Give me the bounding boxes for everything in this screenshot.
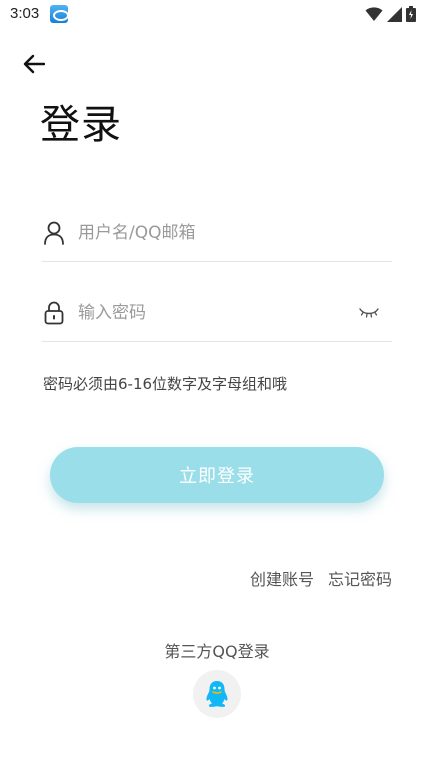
battery-icon	[406, 6, 416, 22]
qq-penguin-icon	[206, 681, 228, 707]
wifi-icon	[365, 7, 383, 21]
lock-icon	[42, 300, 66, 326]
password-field	[42, 286, 392, 342]
app-notification-icon	[50, 5, 69, 23]
password-hint: 密码必须由6-16位数字及字母组和哦	[43, 375, 288, 393]
password-input[interactable]	[78, 298, 348, 328]
arrow-left-icon	[23, 54, 45, 74]
status-indicators	[365, 5, 416, 23]
status-time: 3:03	[10, 5, 40, 22]
third-party-login-label: 第三方QQ登录	[164, 642, 270, 661]
auth-links: 创建账号 忘记密码	[250, 566, 392, 590]
status-bar: 3:03	[0, 0, 434, 30]
page-title: 登录	[40, 102, 122, 148]
signal-icon	[387, 6, 402, 22]
back-button[interactable]	[18, 48, 50, 80]
qq-login-button[interactable]	[193, 670, 241, 718]
username-input[interactable]	[78, 218, 348, 248]
eye-closed-icon[interactable]	[358, 304, 380, 322]
forgot-password-link[interactable]: 忘记密码	[328, 566, 392, 590]
user-icon	[42, 220, 66, 246]
login-button[interactable]: 立即登录	[50, 447, 384, 503]
username-field	[42, 206, 392, 262]
create-account-link[interactable]: 创建账号	[250, 566, 314, 590]
